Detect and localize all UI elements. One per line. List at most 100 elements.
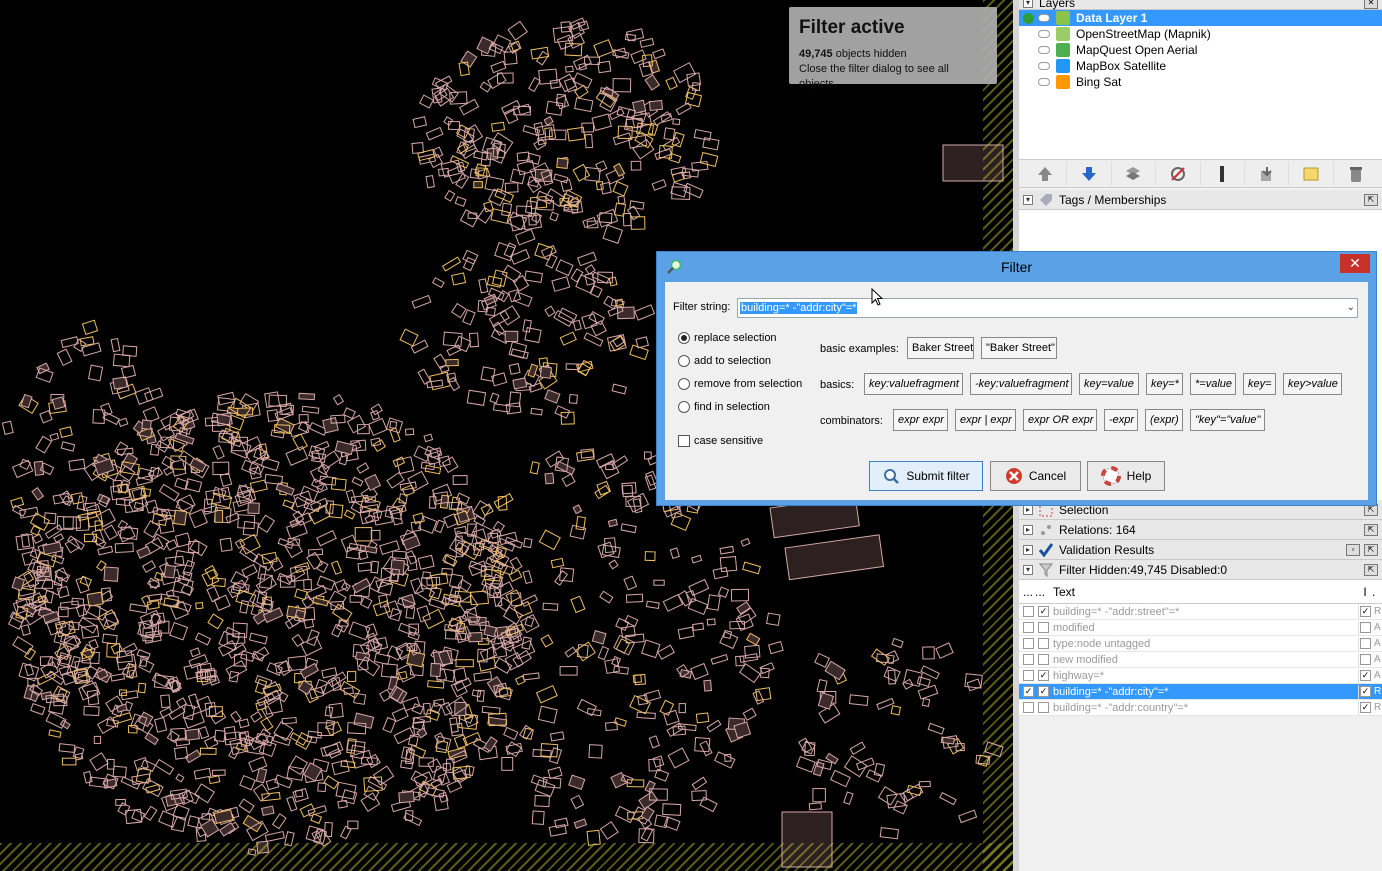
filter-row[interactable]: new modified A: [1019, 652, 1382, 668]
expand-icon[interactable]: ▸: [1023, 524, 1033, 535]
filter-row[interactable]: building=* -"addr:country"=* ✓ R: [1019, 700, 1382, 716]
example-button[interactable]: key:valuefragment: [864, 373, 963, 395]
example-button[interactable]: expr | expr: [955, 409, 1016, 431]
inverted-checkbox[interactable]: [1360, 638, 1371, 649]
layer-row[interactable]: MapQuest Open Aerial: [1019, 42, 1382, 58]
inverted-checkbox[interactable]: [1360, 622, 1371, 633]
case-sensitive-checkbox[interactable]: case sensitive: [678, 435, 763, 447]
merge-layer-icon[interactable]: [1112, 161, 1157, 186]
filter-row[interactable]: ✓ ✓ building=* -"addr:city"=* ✓ R: [1019, 684, 1382, 700]
inverted-checkbox[interactable]: ✓: [1360, 702, 1371, 713]
eye-icon[interactable]: [1038, 46, 1050, 54]
inverted-checkbox[interactable]: ✓: [1360, 670, 1371, 681]
inverted-checkbox[interactable]: ✓: [1360, 686, 1371, 697]
inverted-cell[interactable]: [1358, 652, 1372, 667]
inverted-cell[interactable]: ✓: [1358, 700, 1372, 715]
eye-icon[interactable]: [1038, 30, 1050, 38]
hiding-checkbox[interactable]: [1038, 702, 1049, 713]
example-button[interactable]: "Baker Street": [981, 337, 1057, 359]
eye-icon[interactable]: [1038, 62, 1050, 70]
duplicate-layer-icon[interactable]: [1245, 161, 1290, 186]
validation-header[interactable]: ▸ Validation Results ▫ ⇱: [1019, 540, 1382, 560]
example-button[interactable]: (expr): [1145, 409, 1183, 431]
inverted-checkbox[interactable]: [1360, 654, 1371, 665]
radio-button[interactable]: [678, 332, 690, 344]
checkbox-box[interactable]: [678, 435, 690, 447]
enabled-checkbox[interactable]: [1023, 670, 1034, 681]
inverted-cell[interactable]: ✓: [1358, 684, 1372, 699]
layer-row[interactable]: MapBox Satellite: [1019, 58, 1382, 74]
example-button[interactable]: *=value: [1190, 373, 1236, 395]
collapse-icon[interactable]: ▾: [1023, 0, 1033, 8]
col-hiding[interactable]: ...: [1035, 585, 1049, 599]
detach-icon[interactable]: ⇱: [1364, 563, 1378, 576]
mode-radio[interactable]: find in selection: [678, 401, 770, 413]
chevron-down-icon[interactable]: ⌄: [1347, 302, 1355, 313]
close-icon[interactable]: ✕: [1364, 0, 1378, 9]
enabled-checkbox[interactable]: ✓: [1023, 686, 1034, 697]
layer-row[interactable]: Bing Sat: [1019, 74, 1382, 90]
inverted-cell[interactable]: [1358, 620, 1372, 635]
filter-row[interactable]: type:node untagged A: [1019, 636, 1382, 652]
active-layer-icon[interactable]: [1023, 77, 1034, 88]
inverted-cell[interactable]: ✓: [1358, 668, 1372, 683]
hiding-checkbox[interactable]: [1038, 654, 1049, 665]
col-mode[interactable]: .: [1372, 585, 1382, 599]
example-button[interactable]: key=value: [1079, 373, 1139, 395]
layer-row[interactable]: Data Layer 1: [1019, 10, 1382, 26]
example-button[interactable]: key=: [1243, 373, 1276, 395]
collapse-icon[interactable]: ▾: [1023, 194, 1033, 205]
eye-icon[interactable]: [1038, 14, 1050, 22]
hiding-checkbox[interactable]: ✓: [1038, 686, 1049, 697]
inverted-cell[interactable]: [1358, 636, 1372, 651]
example-button[interactable]: "key"="value": [1190, 409, 1265, 431]
tags-header[interactable]: ▾ Tags / Memberships ⇱: [1019, 190, 1382, 210]
collapse-icon[interactable]: ▾: [1023, 564, 1033, 575]
hiding-checkbox[interactable]: ✓: [1038, 670, 1049, 681]
example-button[interactable]: key=*: [1146, 373, 1183, 395]
help-button[interactable]: Help: [1087, 461, 1165, 491]
eye-icon[interactable]: [1038, 78, 1050, 86]
filter-dialog-titlebar[interactable]: Filter ✕: [657, 252, 1376, 282]
filter-panel-header[interactable]: ▾ Filter Hidden:49,745 Disabled:0 ⇱: [1019, 560, 1382, 580]
filter-row[interactable]: ✓ building=* -"addr:street"=* ✓ R: [1019, 604, 1382, 620]
opacity-icon[interactable]: [1201, 161, 1245, 186]
enabled-checkbox[interactable]: [1023, 606, 1034, 617]
mode-radio[interactable]: replace selection: [678, 332, 777, 344]
example-button[interactable]: key>value: [1283, 373, 1342, 395]
active-layer-icon[interactable]: [1023, 45, 1034, 56]
close-button[interactable]: ✕: [1340, 254, 1370, 273]
expand-icon[interactable]: ▸: [1023, 544, 1033, 555]
enabled-checkbox[interactable]: [1023, 654, 1034, 665]
layer-row[interactable]: OpenStreetMap (Mapnik): [1019, 26, 1382, 42]
inverted-checkbox[interactable]: ✓: [1360, 606, 1371, 617]
example-button[interactable]: -key:valuefragment: [970, 373, 1072, 395]
active-layer-icon[interactable]: [1023, 12, 1034, 24]
layers-header[interactable]: ▾ Layers ✕: [1019, 0, 1382, 10]
filter-string-input[interactable]: building=* -"addr:city"=* ⌄: [737, 298, 1358, 318]
radio-button[interactable]: [678, 355, 690, 367]
active-layer-icon[interactable]: [1023, 61, 1034, 72]
example-button[interactable]: Baker Street: [907, 337, 974, 359]
col-text[interactable]: Text: [1049, 585, 1358, 599]
mode-radio[interactable]: remove from selection: [678, 378, 802, 390]
example-button[interactable]: expr OR expr: [1023, 409, 1097, 431]
example-button[interactable]: expr expr: [893, 409, 948, 431]
layer-info-icon[interactable]: [1289, 161, 1334, 186]
expand-icon[interactable]: ▸: [1023, 504, 1033, 515]
submit-filter-button[interactable]: Submit filter: [869, 461, 983, 491]
delete-layer-icon[interactable]: [1334, 162, 1378, 186]
hiding-checkbox[interactable]: [1038, 622, 1049, 633]
inverted-cell[interactable]: ✓: [1358, 604, 1372, 619]
enabled-checkbox[interactable]: [1023, 702, 1034, 713]
hiding-checkbox[interactable]: [1038, 638, 1049, 649]
enabled-checkbox[interactable]: [1023, 622, 1034, 633]
radio-button[interactable]: [678, 378, 690, 390]
mode-radio[interactable]: add to selection: [678, 355, 771, 367]
col-enabled[interactable]: ...: [1019, 585, 1035, 599]
hiding-checkbox[interactable]: ✓: [1038, 606, 1049, 617]
filter-row[interactable]: ✓ highway=* ✓ A: [1019, 668, 1382, 684]
enabled-checkbox[interactable]: [1023, 638, 1034, 649]
detach-icon[interactable]: ⇱: [1364, 193, 1378, 206]
detach-icon[interactable]: ⇱: [1364, 543, 1378, 556]
